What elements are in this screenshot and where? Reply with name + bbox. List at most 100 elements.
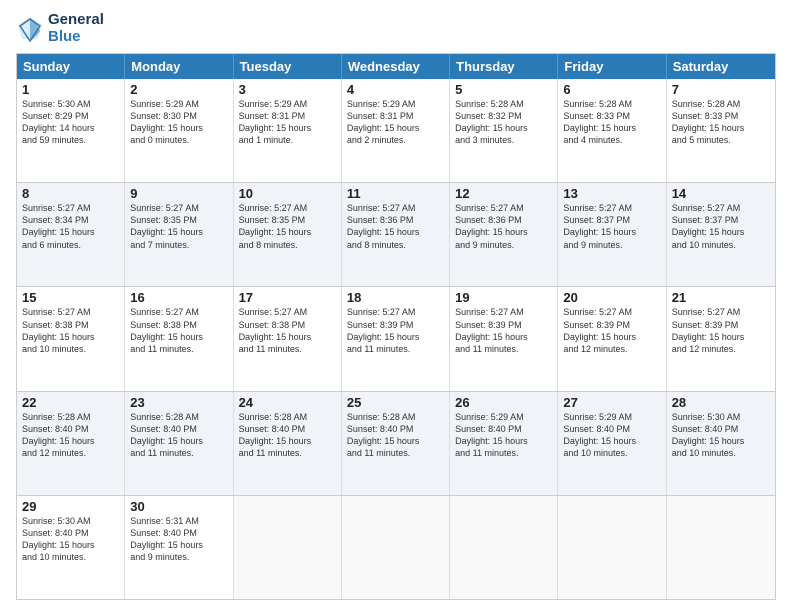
cal-cell-4: 4Sunrise: 5:29 AMSunset: 8:31 PMDaylight… bbox=[342, 79, 450, 182]
header-day-tuesday: Tuesday bbox=[234, 54, 342, 79]
cal-cell-5: 5Sunrise: 5:28 AMSunset: 8:32 PMDaylight… bbox=[450, 79, 558, 182]
day-number: 13 bbox=[563, 186, 660, 201]
day-number: 24 bbox=[239, 395, 336, 410]
cal-cell-29: 29Sunrise: 5:30 AMSunset: 8:40 PMDayligh… bbox=[17, 496, 125, 599]
cell-info: Sunrise: 5:30 AMSunset: 8:29 PMDaylight:… bbox=[22, 98, 119, 147]
cell-info: Sunrise: 5:30 AMSunset: 8:40 PMDaylight:… bbox=[22, 515, 119, 564]
cal-cell-empty-4 bbox=[450, 496, 558, 599]
cell-info: Sunrise: 5:27 AMSunset: 8:39 PMDaylight:… bbox=[563, 306, 660, 355]
cell-info: Sunrise: 5:31 AMSunset: 8:40 PMDaylight:… bbox=[130, 515, 227, 564]
cell-info: Sunrise: 5:27 AMSunset: 8:37 PMDaylight:… bbox=[563, 202, 660, 251]
cell-info: Sunrise: 5:28 AMSunset: 8:40 PMDaylight:… bbox=[22, 411, 119, 460]
cal-cell-15: 15Sunrise: 5:27 AMSunset: 8:38 PMDayligh… bbox=[17, 287, 125, 390]
cal-cell-10: 10Sunrise: 5:27 AMSunset: 8:35 PMDayligh… bbox=[234, 183, 342, 286]
cell-info: Sunrise: 5:27 AMSunset: 8:35 PMDaylight:… bbox=[130, 202, 227, 251]
day-number: 14 bbox=[672, 186, 770, 201]
cell-info: Sunrise: 5:27 AMSunset: 8:38 PMDaylight:… bbox=[239, 306, 336, 355]
day-number: 6 bbox=[563, 82, 660, 97]
cell-info: Sunrise: 5:29 AMSunset: 8:30 PMDaylight:… bbox=[130, 98, 227, 147]
day-number: 21 bbox=[672, 290, 770, 305]
page: General Blue SundayMondayTuesdayWednesda… bbox=[0, 0, 792, 612]
day-number: 16 bbox=[130, 290, 227, 305]
cell-info: Sunrise: 5:30 AMSunset: 8:40 PMDaylight:… bbox=[672, 411, 770, 460]
cal-cell-3: 3Sunrise: 5:29 AMSunset: 8:31 PMDaylight… bbox=[234, 79, 342, 182]
calendar-row-3: 22Sunrise: 5:28 AMSunset: 8:40 PMDayligh… bbox=[17, 391, 775, 495]
cal-cell-empty-5 bbox=[558, 496, 666, 599]
cell-info: Sunrise: 5:29 AMSunset: 8:40 PMDaylight:… bbox=[455, 411, 552, 460]
cell-info: Sunrise: 5:27 AMSunset: 8:38 PMDaylight:… bbox=[22, 306, 119, 355]
cal-cell-26: 26Sunrise: 5:29 AMSunset: 8:40 PMDayligh… bbox=[450, 392, 558, 495]
cal-cell-21: 21Sunrise: 5:27 AMSunset: 8:39 PMDayligh… bbox=[667, 287, 775, 390]
calendar-row-0: 1Sunrise: 5:30 AMSunset: 8:29 PMDaylight… bbox=[17, 79, 775, 182]
calendar: SundayMondayTuesdayWednesdayThursdayFrid… bbox=[16, 53, 776, 600]
cell-info: Sunrise: 5:28 AMSunset: 8:33 PMDaylight:… bbox=[563, 98, 660, 147]
cal-cell-28: 28Sunrise: 5:30 AMSunset: 8:40 PMDayligh… bbox=[667, 392, 775, 495]
day-number: 4 bbox=[347, 82, 444, 97]
cal-cell-14: 14Sunrise: 5:27 AMSunset: 8:37 PMDayligh… bbox=[667, 183, 775, 286]
day-number: 19 bbox=[455, 290, 552, 305]
cal-cell-25: 25Sunrise: 5:28 AMSunset: 8:40 PMDayligh… bbox=[342, 392, 450, 495]
header-day-thursday: Thursday bbox=[450, 54, 558, 79]
cal-cell-2: 2Sunrise: 5:29 AMSunset: 8:30 PMDaylight… bbox=[125, 79, 233, 182]
cal-cell-8: 8Sunrise: 5:27 AMSunset: 8:34 PMDaylight… bbox=[17, 183, 125, 286]
cell-info: Sunrise: 5:27 AMSunset: 8:39 PMDaylight:… bbox=[455, 306, 552, 355]
cell-info: Sunrise: 5:28 AMSunset: 8:40 PMDaylight:… bbox=[347, 411, 444, 460]
day-number: 12 bbox=[455, 186, 552, 201]
cal-cell-6: 6Sunrise: 5:28 AMSunset: 8:33 PMDaylight… bbox=[558, 79, 666, 182]
cell-info: Sunrise: 5:29 AMSunset: 8:31 PMDaylight:… bbox=[347, 98, 444, 147]
cell-info: Sunrise: 5:27 AMSunset: 8:35 PMDaylight:… bbox=[239, 202, 336, 251]
cal-cell-empty-2 bbox=[234, 496, 342, 599]
calendar-header: SundayMondayTuesdayWednesdayThursdayFrid… bbox=[17, 54, 775, 79]
day-number: 1 bbox=[22, 82, 119, 97]
day-number: 8 bbox=[22, 186, 119, 201]
logo-text: General Blue bbox=[48, 12, 104, 45]
cell-info: Sunrise: 5:28 AMSunset: 8:40 PMDaylight:… bbox=[239, 411, 336, 460]
cal-cell-1: 1Sunrise: 5:30 AMSunset: 8:29 PMDaylight… bbox=[17, 79, 125, 182]
day-number: 7 bbox=[672, 82, 770, 97]
day-number: 27 bbox=[563, 395, 660, 410]
day-number: 3 bbox=[239, 82, 336, 97]
cal-cell-16: 16Sunrise: 5:27 AMSunset: 8:38 PMDayligh… bbox=[125, 287, 233, 390]
cal-cell-empty-6 bbox=[667, 496, 775, 599]
day-number: 23 bbox=[130, 395, 227, 410]
cal-cell-7: 7Sunrise: 5:28 AMSunset: 8:33 PMDaylight… bbox=[667, 79, 775, 182]
calendar-row-1: 8Sunrise: 5:27 AMSunset: 8:34 PMDaylight… bbox=[17, 182, 775, 286]
cal-cell-19: 19Sunrise: 5:27 AMSunset: 8:39 PMDayligh… bbox=[450, 287, 558, 390]
header: General Blue bbox=[16, 12, 776, 45]
calendar-body: 1Sunrise: 5:30 AMSunset: 8:29 PMDaylight… bbox=[17, 79, 775, 599]
cal-cell-20: 20Sunrise: 5:27 AMSunset: 8:39 PMDayligh… bbox=[558, 287, 666, 390]
cal-cell-24: 24Sunrise: 5:28 AMSunset: 8:40 PMDayligh… bbox=[234, 392, 342, 495]
header-day-saturday: Saturday bbox=[667, 54, 775, 79]
cal-cell-empty-3 bbox=[342, 496, 450, 599]
cell-info: Sunrise: 5:29 AMSunset: 8:40 PMDaylight:… bbox=[563, 411, 660, 460]
day-number: 18 bbox=[347, 290, 444, 305]
header-day-sunday: Sunday bbox=[17, 54, 125, 79]
cal-cell-18: 18Sunrise: 5:27 AMSunset: 8:39 PMDayligh… bbox=[342, 287, 450, 390]
day-number: 2 bbox=[130, 82, 227, 97]
cal-cell-30: 30Sunrise: 5:31 AMSunset: 8:40 PMDayligh… bbox=[125, 496, 233, 599]
cell-info: Sunrise: 5:28 AMSunset: 8:33 PMDaylight:… bbox=[672, 98, 770, 147]
cal-cell-27: 27Sunrise: 5:29 AMSunset: 8:40 PMDayligh… bbox=[558, 392, 666, 495]
day-number: 20 bbox=[563, 290, 660, 305]
cal-cell-9: 9Sunrise: 5:27 AMSunset: 8:35 PMDaylight… bbox=[125, 183, 233, 286]
header-day-monday: Monday bbox=[125, 54, 233, 79]
cal-cell-23: 23Sunrise: 5:28 AMSunset: 8:40 PMDayligh… bbox=[125, 392, 233, 495]
header-day-friday: Friday bbox=[558, 54, 666, 79]
day-number: 22 bbox=[22, 395, 119, 410]
calendar-row-4: 29Sunrise: 5:30 AMSunset: 8:40 PMDayligh… bbox=[17, 495, 775, 599]
day-number: 28 bbox=[672, 395, 770, 410]
calendar-row-2: 15Sunrise: 5:27 AMSunset: 8:38 PMDayligh… bbox=[17, 286, 775, 390]
cell-info: Sunrise: 5:27 AMSunset: 8:39 PMDaylight:… bbox=[347, 306, 444, 355]
day-number: 30 bbox=[130, 499, 227, 514]
cell-info: Sunrise: 5:29 AMSunset: 8:31 PMDaylight:… bbox=[239, 98, 336, 147]
cell-info: Sunrise: 5:27 AMSunset: 8:36 PMDaylight:… bbox=[347, 202, 444, 251]
day-number: 29 bbox=[22, 499, 119, 514]
day-number: 11 bbox=[347, 186, 444, 201]
day-number: 26 bbox=[455, 395, 552, 410]
cell-info: Sunrise: 5:27 AMSunset: 8:36 PMDaylight:… bbox=[455, 202, 552, 251]
cal-cell-17: 17Sunrise: 5:27 AMSunset: 8:38 PMDayligh… bbox=[234, 287, 342, 390]
day-number: 17 bbox=[239, 290, 336, 305]
day-number: 15 bbox=[22, 290, 119, 305]
header-day-wednesday: Wednesday bbox=[342, 54, 450, 79]
cell-info: Sunrise: 5:28 AMSunset: 8:40 PMDaylight:… bbox=[130, 411, 227, 460]
